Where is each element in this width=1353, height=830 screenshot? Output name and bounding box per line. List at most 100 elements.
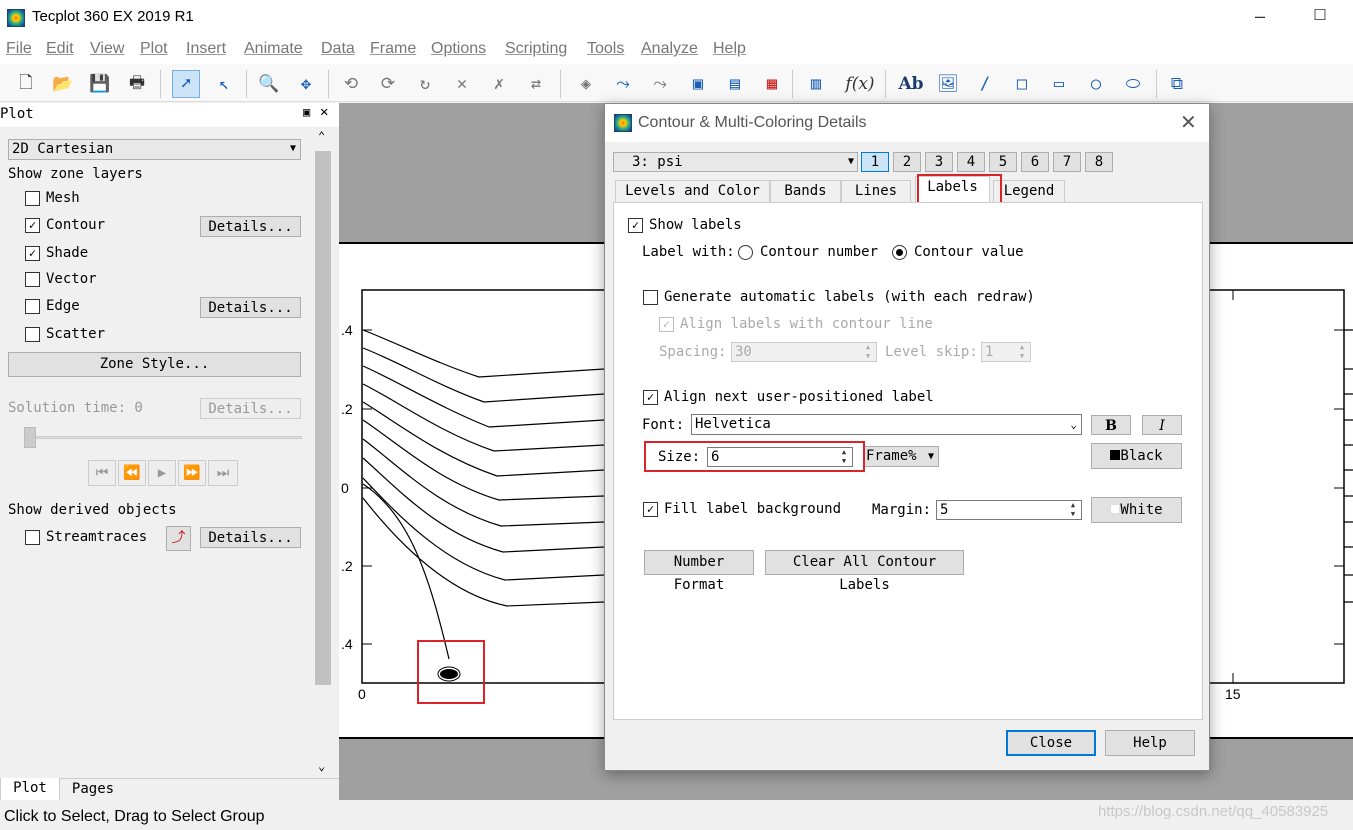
spinner-icon[interactable]: ▲ ▼ [1015,343,1029,361]
menu-view[interactable]: View [90,40,124,58]
line-icon[interactable]: ∕ [971,70,999,98]
ellipse-icon[interactable]: ⬭ [1119,70,1147,98]
edge-checkbox[interactable] [25,299,40,314]
fill-bg-checkbox[interactable]: ✓ [643,502,658,517]
size-units-select[interactable]: Frame% ▼ [864,446,939,467]
margin-input[interactable]: 5 ▲ ▼ [936,500,1082,520]
rotate-z-icon[interactable]: ↻ [411,70,439,98]
vector-checkbox[interactable] [25,272,40,287]
bg-color-button[interactable]: White [1091,497,1182,523]
plot-type-select[interactable]: 2D Cartesian ▼ [8,139,301,160]
data-edit-icon[interactable]: ▥ [802,70,830,98]
generate-auto-checkbox[interactable] [643,290,658,305]
first-frame-icon[interactable]: ⏮ [88,460,116,486]
menu-animate[interactable]: Animate [244,40,303,58]
streamtraces-details-button[interactable]: Details... [200,527,301,548]
tab-lines[interactable]: Lines [841,180,911,202]
spinner-icon[interactable]: ▲ ▼ [1066,501,1080,519]
play-icon[interactable]: ▶ [148,460,176,486]
rotate-y-icon[interactable]: ⟳ [374,70,402,98]
group-button-8[interactable]: 8 [1085,152,1113,172]
clear-labels-button[interactable]: Clear All Contour Labels [765,550,964,593]
group-button-6[interactable]: 6 [1021,152,1049,172]
variable-select[interactable]: 3: psi ▼ [613,152,858,172]
last-frame-icon[interactable]: ⏭ [208,460,238,486]
mesh-checkbox[interactable] [25,191,40,206]
close-icon[interactable]: ✕ [320,104,328,120]
streamtraces-checkbox[interactable] [25,530,40,545]
zone-style-button[interactable]: Zone Style... [8,352,301,377]
solution-details-button[interactable]: Details... [200,398,301,419]
number-format-button[interactable]: Number Format [644,550,754,593]
save-icon[interactable]: 💾 [86,70,114,98]
frame-icon[interactable]: ⧉ [1163,70,1191,98]
rectangle-icon[interactable]: ▭ [1045,70,1073,98]
menu-frame[interactable]: Frame [370,40,416,58]
select-icon[interactable]: ➚ [172,70,200,98]
contour-level-icon[interactable]: ▦ [758,70,786,98]
step-back-icon[interactable]: ⏪ [118,460,146,486]
text-icon[interactable]: Ab [897,70,925,98]
rotate-x-icon[interactable]: ⟲ [337,70,365,98]
tab-pages[interactable]: Pages [60,779,126,801]
scatter-checkbox[interactable] [25,327,40,342]
zone-remove-icon[interactable]: ▤ [721,70,749,98]
group-button-2[interactable]: 2 [893,152,921,172]
edge-details-button[interactable]: Details... [200,297,301,318]
minimize-icon[interactable]: – [1250,6,1270,26]
scroll-up-icon[interactable]: ⌃ [318,129,325,143]
probe-icon[interactable]: ◈ [572,70,600,98]
menu-edit[interactable]: Edit [46,40,74,58]
open-icon[interactable]: 📂 [49,70,77,98]
menu-tools[interactable]: Tools [587,40,624,58]
contour-remove-icon[interactable]: ⤳ [646,70,674,98]
scrollbar-thumb[interactable] [315,151,331,685]
translate-icon[interactable]: ✥ [292,70,320,98]
dock-icon[interactable]: ▣ [303,105,310,119]
group-button-4[interactable]: 4 [957,152,985,172]
menu-file[interactable]: File [6,40,32,58]
tab-bands[interactable]: Bands [770,180,841,202]
square-icon[interactable]: □ [1008,70,1036,98]
contour-add-icon[interactable]: ⤳ [609,70,637,98]
adjust-icon[interactable]: ↖ [210,70,238,98]
menu-help[interactable]: Help [713,40,746,58]
contour-checkbox[interactable]: ✓ [25,218,40,233]
maximize-icon[interactable]: ☐ [1310,6,1330,26]
menu-data[interactable]: Data [321,40,355,58]
tab-levels-and-color[interactable]: Levels and Color [615,180,770,202]
equation-icon[interactable]: f(x) [845,70,874,98]
menu-analyze[interactable]: Analyze [641,40,698,58]
close-button[interactable]: Close [1006,730,1096,756]
align-with-line-checkbox[interactable]: ✓ [659,317,674,332]
text-color-button[interactable]: Black [1091,443,1182,469]
time-slider-track[interactable] [25,436,302,439]
step-forward-icon[interactable]: ⏩ [178,460,206,486]
group-button-7[interactable]: 7 [1053,152,1081,172]
scroll-down-icon[interactable]: ⌄ [318,759,325,773]
help-button[interactable]: Help [1105,730,1195,756]
rotate-axis-icon[interactable]: ✗ [485,70,513,98]
menu-plot[interactable]: Plot [140,40,168,58]
menu-options[interactable]: Options [431,40,486,58]
dialog-close-icon[interactable]: ✕ [1180,110,1197,135]
align-next-checkbox[interactable]: ✓ [643,390,658,405]
zone-add-icon[interactable]: ▣ [684,70,712,98]
contour-number-radio[interactable] [738,245,753,260]
time-slider-thumb[interactable] [24,427,36,448]
print-icon[interactable]: 🖶 [123,70,151,98]
rotate-roll-icon[interactable]: ⇄ [522,70,550,98]
spinner-icon[interactable]: ▲ ▼ [861,343,875,361]
spacing-input[interactable]: 30 ▲ ▼ [731,342,877,362]
new-layout-icon[interactable]: 🗋 [12,70,40,98]
tab-plot[interactable]: Plot [0,778,60,801]
level-skip-input[interactable]: 1 ▲ ▼ [981,342,1031,362]
contour-details-button[interactable]: Details... [200,216,301,237]
rotate-xy-icon[interactable]: ✕ [448,70,476,98]
tab-legend[interactable]: Legend [993,180,1065,202]
image-icon[interactable]: 🖼 [934,70,962,98]
sidebar-scrollbar[interactable]: ⌃ ⌄ [314,129,332,781]
italic-button[interactable]: I [1142,415,1182,435]
menu-insert[interactable]: Insert [186,40,226,58]
contour-value-radio[interactable] [892,245,907,260]
